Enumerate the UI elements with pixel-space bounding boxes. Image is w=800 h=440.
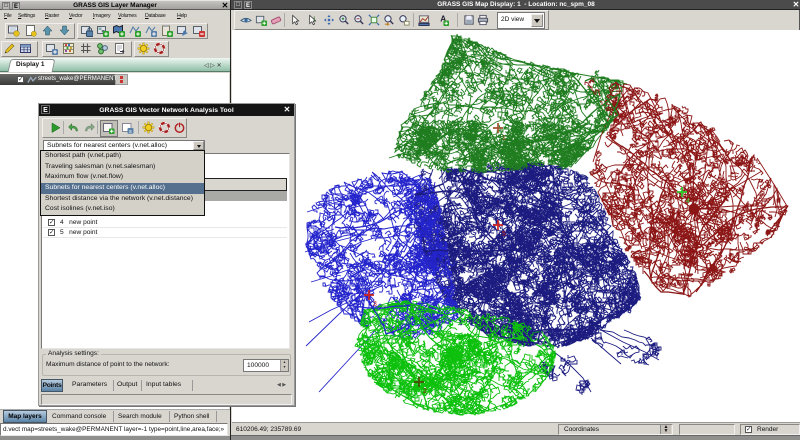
svg-text:i: i [313, 16, 315, 23]
svg-text:2: 2 [423, 388, 427, 395]
svg-text:1: 1 [502, 135, 506, 142]
svg-text:s: s [129, 129, 132, 134]
svg-text:5: 5 [502, 231, 506, 238]
svg-text:4: 4 [686, 198, 690, 205]
svg-text:3: 3 [373, 301, 377, 308]
